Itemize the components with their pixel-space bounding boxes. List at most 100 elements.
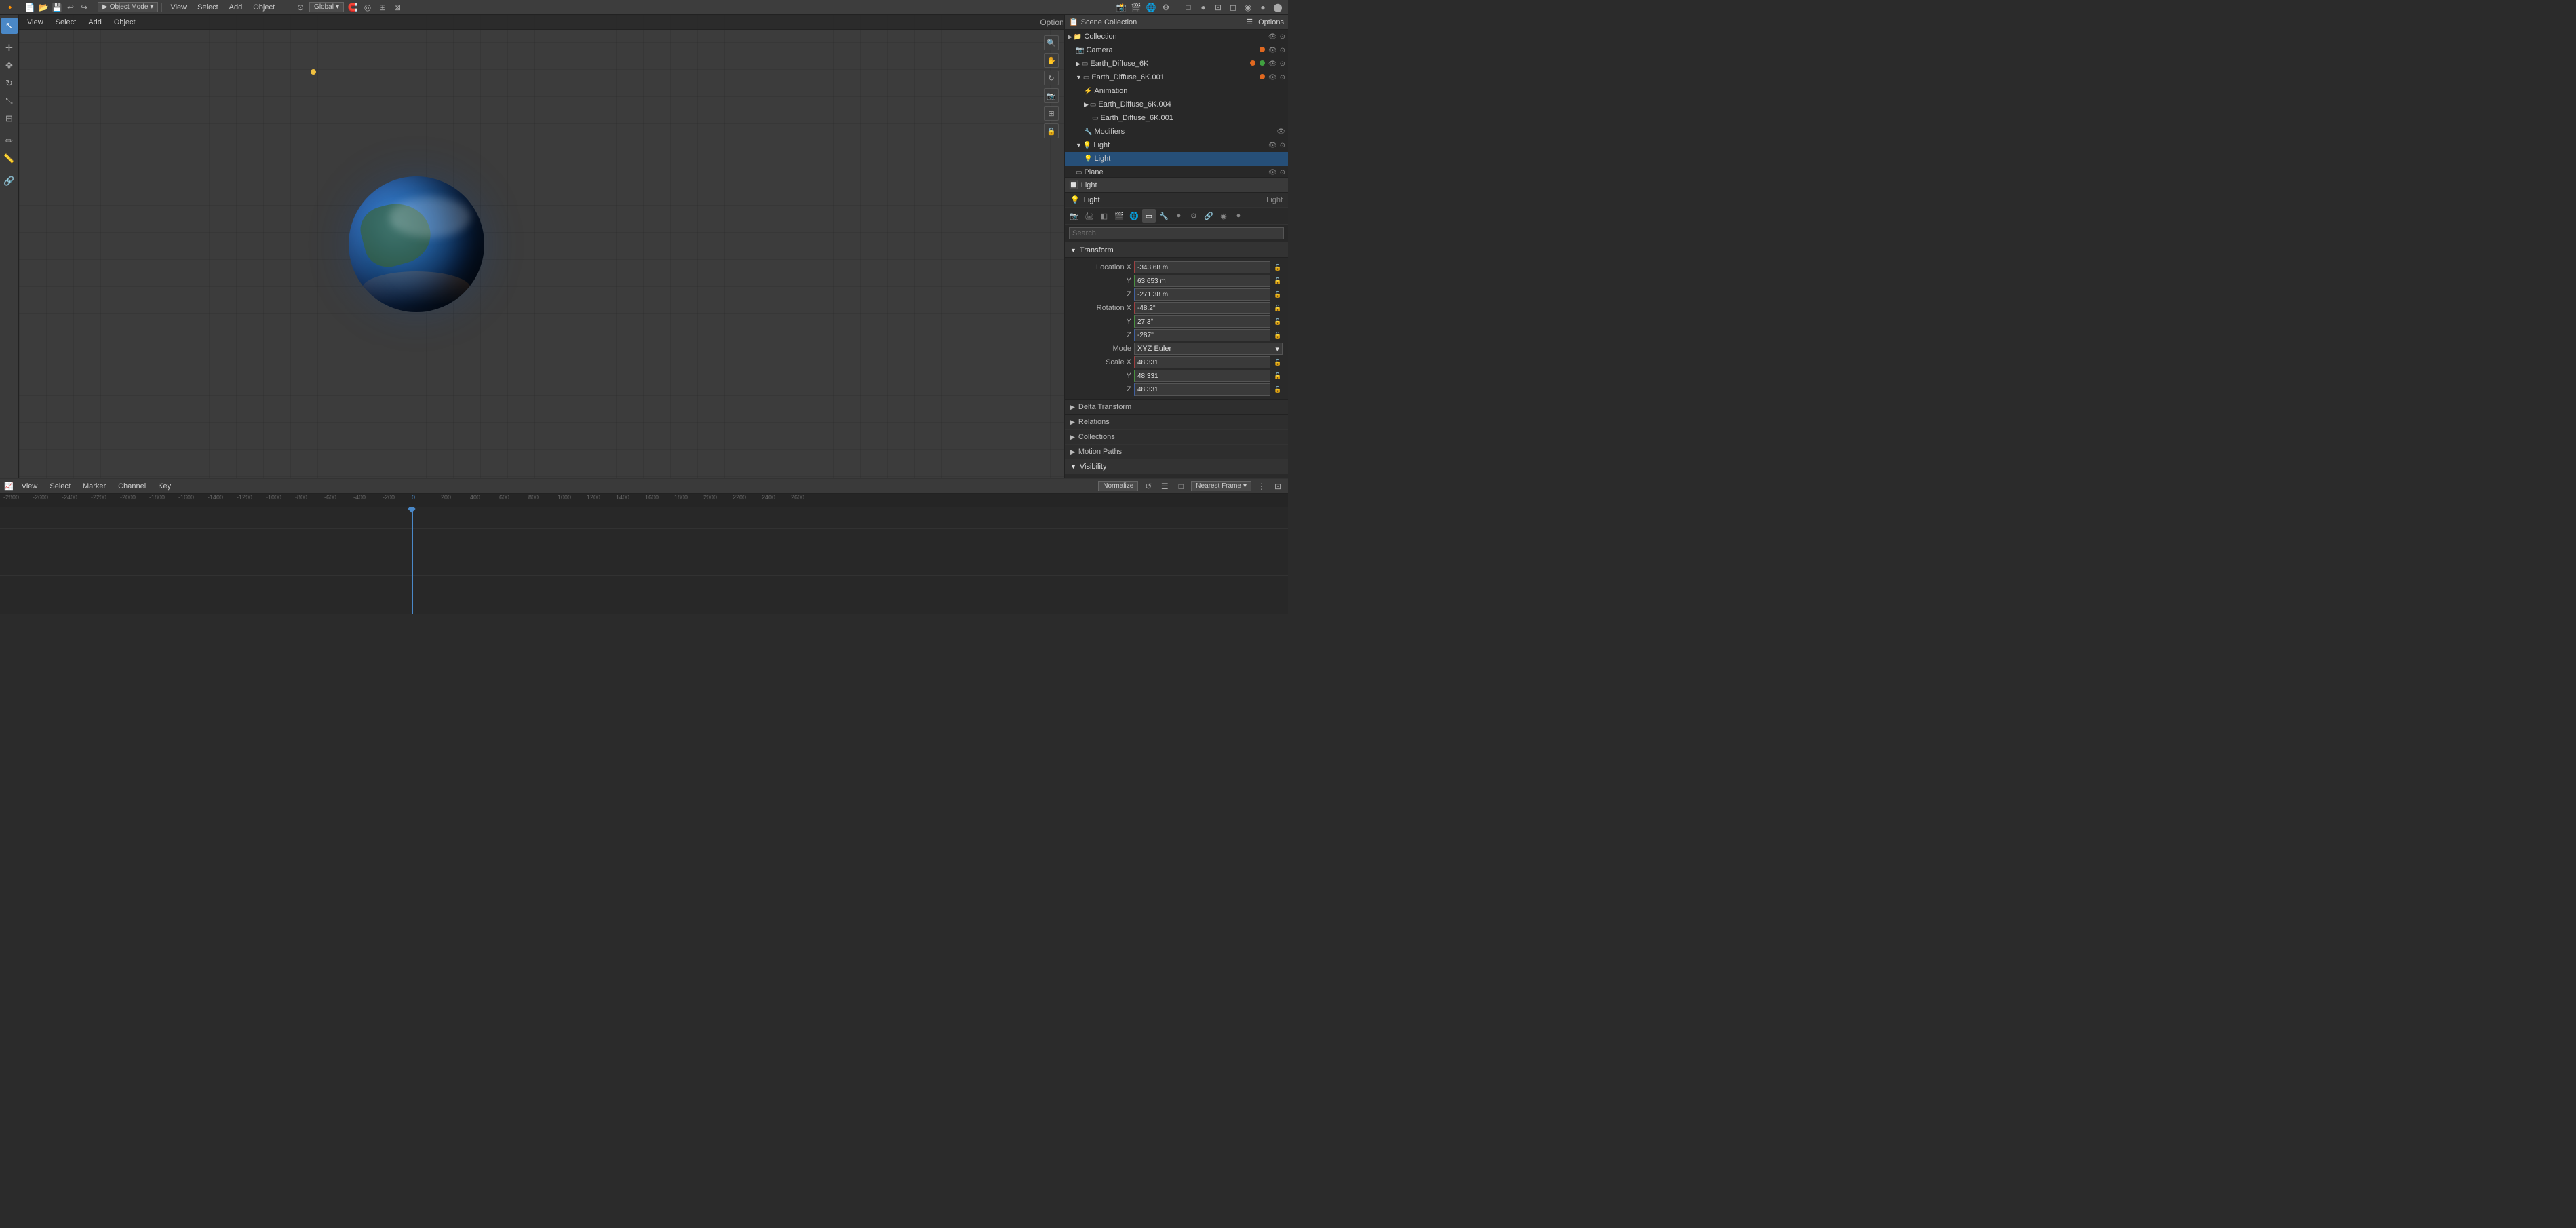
eye-icon-2[interactable]: 👁 [1268,60,1277,68]
viewport-menu-object[interactable]: Object [110,17,140,28]
timeline-graph[interactable] [0,507,1288,614]
transform-orientation[interactable]: Global ▾ [309,2,344,12]
scale-y-lock[interactable]: 🔓 [1273,371,1283,381]
scale-x-field[interactable]: 48.331 [1134,356,1270,368]
viewport-menu-add[interactable]: Add [84,17,106,28]
eye-icon-1[interactable]: 👁 [1268,47,1277,54]
annotate-tool-btn[interactable]: ✏ [1,133,18,149]
rotation-y-field[interactable]: 27.3° [1134,315,1270,328]
view3d-icon[interactable]: □ [1182,1,1194,14]
tl-view-icon[interactable]: □ [1175,480,1187,493]
rotate-tool-btn[interactable]: ↻ [1,75,18,92]
eye-icon-7[interactable]: 👁 [1276,128,1285,136]
tab-world[interactable]: 🌐 [1127,209,1141,223]
tab-object[interactable]: ▭ [1142,209,1156,223]
outliner-item-anim[interactable]: ⚡ Animation [1065,84,1288,98]
viewport-shading-solid[interactable]: ◉ [1242,1,1254,14]
outliner-item-collection[interactable]: ▶ 📁 Collection 👁 ⊙ [1065,30,1288,43]
rotation-z-lock[interactable]: 🔓 [1273,330,1283,340]
tl-menu-select[interactable]: Select [45,481,75,492]
viewport-shading-mat[interactable]: ● [1257,1,1269,14]
mode-selector[interactable]: ▶ Object Mode ▾ [98,2,158,12]
restrict-icon-10[interactable]: ⊙ [1280,169,1285,176]
restrict-icon-2[interactable]: ⊙ [1280,60,1285,68]
viewport-shading-render[interactable]: ⬤ [1272,1,1284,14]
menu-select[interactable]: Select [193,2,223,13]
eye-icon-10[interactable]: 👁 [1268,169,1277,176]
restrict-icon-8[interactable]: ⊙ [1280,142,1285,149]
scale-y-field[interactable]: 48.331 [1134,370,1270,382]
cursor-tool-btn[interactable]: ✛ [1,40,18,56]
scale-tool-btn[interactable]: ⤡ [1,93,18,109]
viewport-menu-select[interactable]: Select [52,17,81,28]
proportional-icon[interactable]: ◎ [362,1,374,14]
location-z-field[interactable]: -271.38 m [1134,288,1270,301]
location-y-lock[interactable]: 🔓 [1273,276,1283,286]
outliner-item-camera[interactable]: 📷 Camera 👁 ⊙ [1065,43,1288,57]
location-x-field[interactable]: -343.68 m [1134,261,1270,273]
rotation-z-field[interactable]: -287° [1134,329,1270,341]
undo-icon[interactable]: ↩ [64,1,77,14]
tab-view-layer[interactable]: ◧ [1097,209,1111,223]
world-icon[interactable]: 🌐 [1145,1,1157,14]
zoom-in-btn[interactable]: 🔍 [1044,35,1059,50]
xray-icon[interactable]: ⊠ [391,1,404,14]
tl-refresh-icon[interactable]: ↺ [1142,480,1154,493]
preferences-icon[interactable]: ⚙ [1160,1,1172,14]
eye-icon-8[interactable]: 👁 [1268,142,1277,149]
outliner-item-modifiers[interactable]: 🔧 Modifiers 👁 [1065,125,1288,138]
save-icon[interactable]: 💾 [51,1,63,14]
tab-scene[interactable]: 🎬 [1112,209,1126,223]
pan-btn[interactable]: ✋ [1044,53,1059,68]
scale-x-lock[interactable]: 🔓 [1273,358,1283,367]
delta-transform-header[interactable]: ▶ Delta Transform [1065,400,1288,415]
outliner-item-earth3[interactable]: ▶ ▭ Earth_Diffuse_6K.004 [1065,98,1288,111]
menu-object[interactable]: Object [248,2,279,13]
transform-icon[interactable]: ⊞ [376,1,389,14]
open-file-icon[interactable]: 📂 [37,1,50,14]
relations-header[interactable]: ▶ Relations [1065,415,1288,429]
app-icon[interactable]: 🔸 [4,1,16,14]
outliner-filter-icon[interactable]: ☰ [1246,18,1253,26]
overlay-icon[interactable]: ⊡ [1212,1,1224,14]
grid-btn[interactable]: ⊞ [1044,106,1059,121]
tl-extra-icon[interactable]: ⋮ [1255,480,1268,493]
motion-paths-header[interactable]: ▶ Motion Paths [1065,444,1288,459]
tab-constraints[interactable]: 🔗 [1202,209,1215,223]
tl-menu-key[interactable]: Key [154,481,175,492]
scale-z-lock[interactable]: 🔓 [1273,385,1283,394]
location-x-lock[interactable]: 🔓 [1273,263,1283,272]
tl-snap-icon[interactable]: ⊡ [1272,480,1284,493]
restrict-icon-3[interactable]: ⊙ [1280,74,1285,81]
tab-particles[interactable]: ⦁ [1172,209,1186,223]
outliner-options-label[interactable]: Options [1258,18,1284,26]
snap-icon[interactable]: 🧲 [347,1,359,14]
tab-data[interactable]: ◉ [1217,209,1230,223]
redo-icon[interactable]: ↪ [78,1,90,14]
outliner-item-light-sub[interactable]: 💡 Light [1065,152,1288,166]
eye-icon-0[interactable]: 👁 [1268,33,1277,41]
rotation-y-lock[interactable]: 🔓 [1273,317,1283,326]
lock-btn[interactable]: 🔒 [1044,123,1059,138]
transform-section-header[interactable]: ▼ Transform [1065,243,1288,258]
tl-filter-icon[interactable]: ☰ [1158,480,1171,493]
viewport-options-btn[interactable]: Options [1048,16,1060,28]
outliner-item-earth4[interactable]: ▭ Earth_Diffuse_6K.001 [1065,111,1288,125]
outliner-item-plane[interactable]: ▭ Plane 👁 ⊙ [1065,166,1288,178]
location-y-field[interactable]: 63.653 m [1134,275,1270,287]
outliner-item-earth1[interactable]: ▶ ▭ Earth_Diffuse_6K 👁 ⊙ [1065,57,1288,71]
outliner-item-light[interactable]: ▼ 💡 Light 👁 ⊙ [1065,138,1288,152]
rotation-x-field[interactable]: -48.2° [1134,302,1270,314]
tl-menu-marker[interactable]: Marker [79,481,110,492]
tab-physics[interactable]: ⚙ [1187,209,1201,223]
props-search-input[interactable] [1069,227,1284,239]
restrict-icon-0[interactable]: ⊙ [1280,33,1285,41]
nearest-frame-badge[interactable]: Nearest Frame ▾ [1191,481,1251,491]
viewport-shading-wire[interactable]: ◻ [1227,1,1239,14]
scene-icon[interactable]: 🎬 [1130,1,1142,14]
rotate-view-btn[interactable]: ↻ [1044,71,1059,85]
shading-icon[interactable]: ● [1197,1,1209,14]
viewport-menu-view[interactable]: View [23,17,47,28]
restrict-icon-1[interactable]: ⊙ [1280,47,1285,54]
move-tool-btn[interactable]: ✥ [1,58,18,74]
